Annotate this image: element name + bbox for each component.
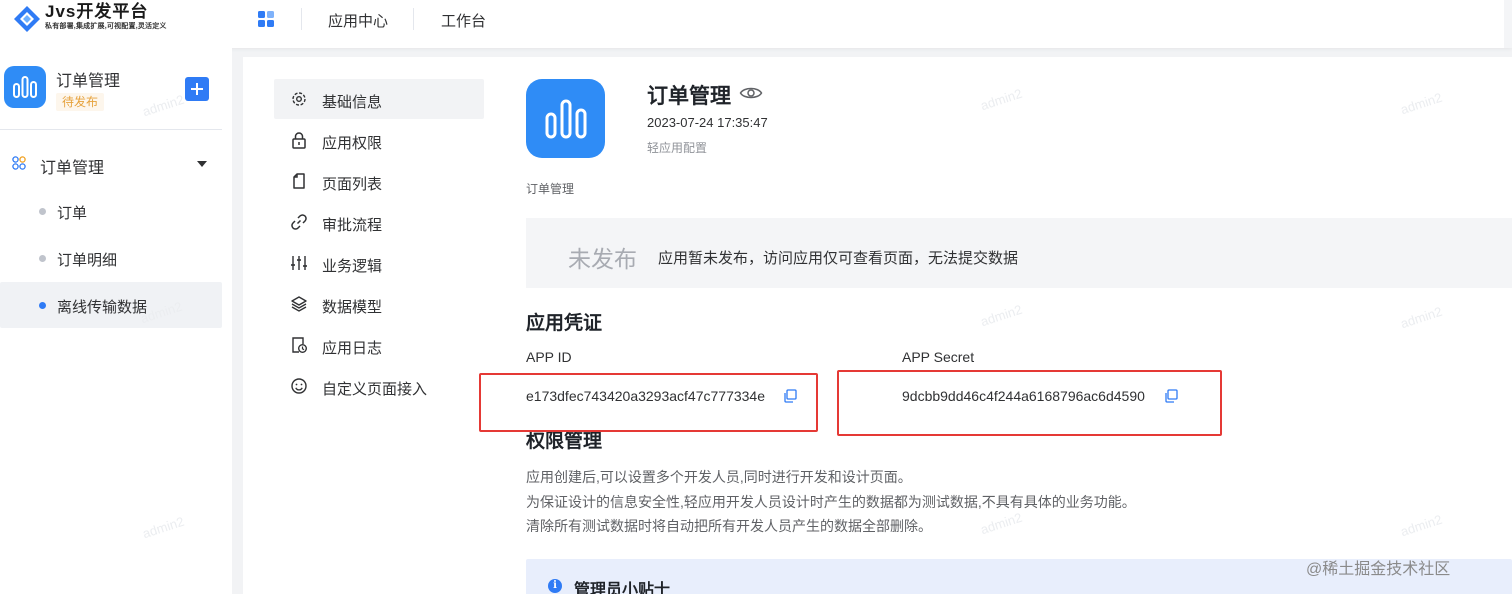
top-header: Jvs开发平台 私有部署,集成扩展,可视配置,灵活定义 应用中心 工作台 <box>0 0 1512 48</box>
app-sidebar: 订单管理 待发布 订单管理 订单 订单明细 离线传输数据 <box>0 48 232 594</box>
smiley-icon <box>291 378 307 394</box>
apps-grid-icon[interactable] <box>258 11 274 27</box>
created-time: 2023-07-24 17:35:47 <box>647 115 768 130</box>
logo-title: Jvs开发平台 <box>45 2 149 21</box>
menu-label: 应用权限 <box>322 135 383 152</box>
source-watermark: @稀土掘金技术社区 <box>1306 561 1451 578</box>
main-panel: 基础信息 应用权限 页面列表 审批流程 业务逻辑 数据模型 应用日志 自定义页面… <box>243 57 1512 594</box>
bullet-dot <box>39 208 46 215</box>
logo-subtitle: 私有部署,集成扩展,可视配置,灵活定义 <box>45 23 167 30</box>
sidebar-item-label: 订单明细 <box>57 252 118 269</box>
bar-chart-icon <box>13 76 37 98</box>
eye-icon[interactable] <box>739 84 763 102</box>
page-title: 订单管理 <box>647 85 731 108</box>
menu-label: 应用日志 <box>322 340 383 357</box>
menu-label: 页面列表 <box>322 176 383 193</box>
lock-icon <box>292 132 306 149</box>
gear-icon <box>292 92 306 106</box>
logo-icon <box>14 6 40 32</box>
app-name: 订单管理 <box>56 73 121 90</box>
bullet-dot <box>39 302 46 309</box>
menu-approval-flow[interactable]: 审批流程 <box>274 202 484 242</box>
sidebar-item-order[interactable]: 订单 <box>0 188 222 234</box>
app-secret-label: APP Secret <box>902 349 975 365</box>
credentials-title: 应用凭证 <box>526 313 603 334</box>
publish-status: 未发布 <box>568 246 637 272</box>
menu-app-permissions[interactable]: 应用权限 <box>274 120 484 160</box>
log-icon <box>292 337 307 353</box>
sidebar-item-order-detail[interactable]: 订单明细 <box>0 235 222 281</box>
bullet-dot <box>39 255 46 262</box>
bar-chart-icon <box>545 99 586 138</box>
sidebar-item-offline-transfer[interactable]: 离线传输数据 <box>0 282 222 328</box>
link-icon <box>291 214 307 230</box>
nav-divider <box>413 8 414 30</box>
permissions-text-line: 清除所有测试数据时将自动把所有开发人员产生的数据全部删除。 <box>526 518 932 534</box>
app-id-label: APP ID <box>526 349 572 365</box>
highlight-box-app-secret <box>837 370 1222 436</box>
scrollbar-strip <box>1504 0 1512 48</box>
sidebar-item-label: 离线传输数据 <box>57 299 148 316</box>
layers-icon <box>291 296 307 312</box>
add-page-button[interactable] <box>185 77 209 101</box>
sliders-icon <box>291 256 307 270</box>
publish-status-note: 应用暂未发布，访问应用仅可查看页面，无法提交数据 <box>658 250 1019 267</box>
menu-label: 自定义页面接入 <box>322 381 428 398</box>
platform-logo[interactable]: Jvs开发平台 私有部署,集成扩展,可视配置,灵活定义 <box>12 2 167 34</box>
menu-business-logic[interactable]: 业务逻辑 <box>274 243 484 283</box>
menu-custom-page-access[interactable]: 自定义页面接入 <box>274 366 484 406</box>
app-icon <box>4 66 46 108</box>
sidebar-group-order-management[interactable]: 订单管理 <box>0 144 222 184</box>
menu-data-model[interactable]: 数据模型 <box>274 284 484 324</box>
nav-divider <box>301 8 302 30</box>
sidebar-item-label: 订单 <box>57 205 88 222</box>
app-icon-large <box>526 79 605 158</box>
sidebar-group-label: 订单管理 <box>40 160 105 177</box>
nav-app-center[interactable]: 应用中心 <box>328 10 388 31</box>
page-icon <box>293 173 305 189</box>
admin-tip-title: 管理员小贴士 <box>574 582 671 594</box>
publish-status-panel: 未发布 应用暂未发布，访问应用仅可查看页面，无法提交数据 <box>526 218 1512 288</box>
menu-label: 审批流程 <box>322 217 383 234</box>
menu-app-log[interactable]: 应用日志 <box>274 325 484 365</box>
caret-down-icon <box>197 161 207 167</box>
menu-label: 数据模型 <box>322 299 383 316</box>
highlight-box-app-id <box>479 373 818 432</box>
info-icon: i <box>548 579 562 593</box>
sidebar-divider <box>0 129 222 130</box>
status-badge: 待发布 <box>56 93 105 111</box>
permissions-text-line: 应用创建后,可以设置多个开发人员,同时进行开发和设计页面。 <box>526 469 912 485</box>
config-type: 轻应用配置 <box>647 141 708 155</box>
permissions-text-line: 为保证设计的信息安全性,轻应用开发人员设计时产生的数据都为测试数据,不具有具体的… <box>526 494 1136 510</box>
group-icon <box>12 156 26 170</box>
menu-label: 基础信息 <box>322 94 383 111</box>
nav-workbench[interactable]: 工作台 <box>441 10 486 31</box>
menu-page-list[interactable]: 页面列表 <box>274 161 484 201</box>
menu-basic-info[interactable]: 基础信息 <box>274 79 484 119</box>
app-description: 订单管理 <box>526 182 575 196</box>
menu-label: 业务逻辑 <box>322 258 383 275</box>
